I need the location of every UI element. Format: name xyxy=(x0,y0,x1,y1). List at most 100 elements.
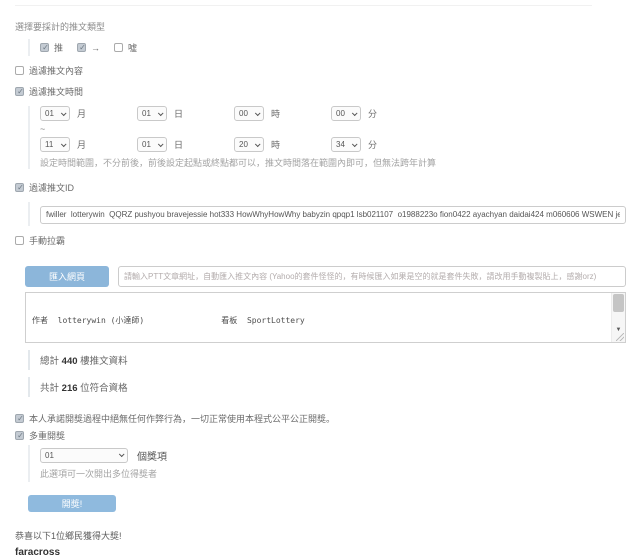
boo-checkbox[interactable] xyxy=(114,43,123,52)
winner-name: faracross xyxy=(15,547,626,558)
end-minute-select[interactable]: 34 xyxy=(331,137,361,152)
day-unit-label: 日 xyxy=(174,107,183,120)
start-month-group: 01 月 xyxy=(40,106,137,121)
manual-slot-row: 手動拉霸 xyxy=(15,234,626,247)
end-month-value: 11 xyxy=(45,140,53,149)
push-label: 推 xyxy=(54,41,63,54)
end-minute-value: 34 xyxy=(336,140,345,149)
article-textarea[interactable]: 作者 lotterywin (小達師) 看板 SportLottery 標題 R… xyxy=(25,292,626,343)
type-option-push: 推 xyxy=(40,41,63,54)
id-filter-panel xyxy=(28,202,626,226)
filter-time-label: 過濾推文時間 xyxy=(29,85,83,98)
arrow-label: → xyxy=(91,43,100,53)
prize-count-value: 01 xyxy=(45,451,54,460)
end-month-select[interactable]: 11 xyxy=(40,137,70,152)
filter-time-row: 過濾推文時間 xyxy=(15,85,626,98)
manual-slot-checkbox[interactable] xyxy=(15,236,24,245)
prize-count-row: 01 個獎項 xyxy=(40,448,626,463)
time-start-row: 01 月 01 日 00 時 00 分 xyxy=(40,106,626,121)
end-hour-group: 20 時 xyxy=(234,137,331,152)
arrow-checkbox[interactable] xyxy=(77,43,86,52)
end-day-group: 01 日 xyxy=(137,137,234,152)
pledge-checkbox[interactable] xyxy=(15,414,24,423)
start-hour-select[interactable]: 00 xyxy=(234,106,264,121)
time-range-panel: 01 月 01 日 00 時 00 分 ~ xyxy=(28,106,626,169)
minute-unit-label: 分 xyxy=(368,107,377,120)
pledge-row: 本人承諾開獎過程中絕無任何作弊行為，一切正常使用本程式公平公正開獎。 xyxy=(15,412,626,425)
end-hour-select[interactable]: 20 xyxy=(234,137,264,152)
hour-unit-label: 時 xyxy=(271,107,280,120)
chevron-down-icon xyxy=(61,110,67,116)
result-message: 恭喜以下1位鄉民獲得大獎! xyxy=(15,529,626,542)
stat-eligible-value: 216 xyxy=(62,383,78,394)
filter-content-row: 過濾推文內容 xyxy=(15,64,626,77)
chevron-down-icon xyxy=(158,110,164,116)
stat-total-prefix: 總計 xyxy=(40,356,59,367)
import-webpage-button[interactable]: 匯入網頁 xyxy=(25,266,109,287)
filter-time-checkbox[interactable] xyxy=(15,87,24,96)
day-unit-label: 日 xyxy=(174,138,183,151)
start-minute-group: 00 分 xyxy=(331,106,428,121)
stat-eligible: 共計 216 位符合資格 xyxy=(28,377,626,397)
type-option-boo: 噓 xyxy=(114,41,137,54)
top-divider xyxy=(15,5,592,6)
prize-count-select[interactable]: 01 xyxy=(40,448,128,463)
prize-unit-label: 個獎項 xyxy=(137,448,167,463)
push-checkbox[interactable] xyxy=(40,43,49,52)
filter-id-label: 過濾推文ID xyxy=(29,181,74,194)
import-section: 匯入網頁 xyxy=(25,266,626,287)
manual-slot-label: 手動拉霸 xyxy=(29,234,65,247)
chevron-down-icon xyxy=(119,451,125,457)
id-filter-input[interactable] xyxy=(40,206,626,224)
pledge-label: 本人承諾開獎過程中絕無任何作弊行為，一切正常使用本程式公平公正開獎。 xyxy=(29,412,335,425)
range-tilde: ~ xyxy=(40,124,626,134)
multi-draw-checkbox[interactable] xyxy=(15,431,24,440)
start-minute-value: 00 xyxy=(336,109,345,118)
chevron-down-icon xyxy=(158,141,164,147)
multi-draw-row: 多重開獎 xyxy=(15,429,626,442)
chevron-down-icon xyxy=(352,110,358,116)
stat-total-suffix: 樓推文資料 xyxy=(80,356,128,367)
stat-total: 總計 440 樓推文資料 xyxy=(28,350,626,370)
month-unit-label: 月 xyxy=(77,107,86,120)
draw-button[interactable]: 開獎! xyxy=(28,495,116,512)
end-month-group: 11 月 xyxy=(40,137,137,152)
article-url-input[interactable] xyxy=(118,266,626,287)
type-filter-options: 推 → 噓 xyxy=(28,39,626,56)
article-content: 作者 lotterywin (小達師) 看板 SportLottery 標題 R… xyxy=(26,293,625,343)
multi-draw-hint: 此選項可一次開出多位得獎者 xyxy=(40,467,626,480)
filter-content-checkbox[interactable] xyxy=(15,66,24,75)
filter-content-label: 過濾推文內容 xyxy=(29,64,83,77)
month-unit-label: 月 xyxy=(77,138,86,151)
filter-id-row: 過濾推文ID xyxy=(15,181,626,194)
start-day-group: 01 日 xyxy=(137,106,234,121)
start-minute-select[interactable]: 00 xyxy=(331,106,361,121)
chevron-down-icon xyxy=(352,141,358,147)
time-range-hint: 設定時間範圍，不分前後，前後設定起點或終點都可以，推文時間落在範圍內即可，但無法… xyxy=(40,156,626,169)
start-day-value: 01 xyxy=(142,109,151,118)
chevron-down-icon xyxy=(255,110,261,116)
end-day-select[interactable]: 01 xyxy=(137,137,167,152)
multi-draw-panel: 01 個獎項 此選項可一次開出多位得獎者 xyxy=(28,445,626,482)
end-hour-value: 20 xyxy=(239,140,248,149)
start-hour-value: 00 xyxy=(239,109,248,118)
start-month-value: 01 xyxy=(45,109,54,118)
stat-total-value: 440 xyxy=(62,356,78,367)
resize-grip-icon[interactable] xyxy=(616,333,624,341)
article-line: 作者 lotterywin (小達師) 看板 SportLottery xyxy=(32,316,607,327)
hour-unit-label: 時 xyxy=(271,138,280,151)
type-filter-title: 選擇要採計的推文類型 xyxy=(15,20,626,33)
end-day-value: 01 xyxy=(142,140,151,149)
boo-label: 噓 xyxy=(128,41,137,54)
scrollbar-thumb[interactable] xyxy=(613,294,624,312)
start-day-select[interactable]: 01 xyxy=(137,106,167,121)
chevron-down-icon xyxy=(255,141,261,147)
filter-id-checkbox[interactable] xyxy=(15,183,24,192)
time-end-row: 11 月 01 日 20 時 34 分 xyxy=(40,137,626,152)
start-month-select[interactable]: 01 xyxy=(40,106,70,121)
stat-eligible-prefix: 共計 xyxy=(40,383,59,394)
end-minute-group: 34 分 xyxy=(331,137,428,152)
chevron-down-icon xyxy=(61,141,67,147)
start-hour-group: 00 時 xyxy=(234,106,331,121)
stat-eligible-suffix: 位符合資格 xyxy=(80,383,128,394)
